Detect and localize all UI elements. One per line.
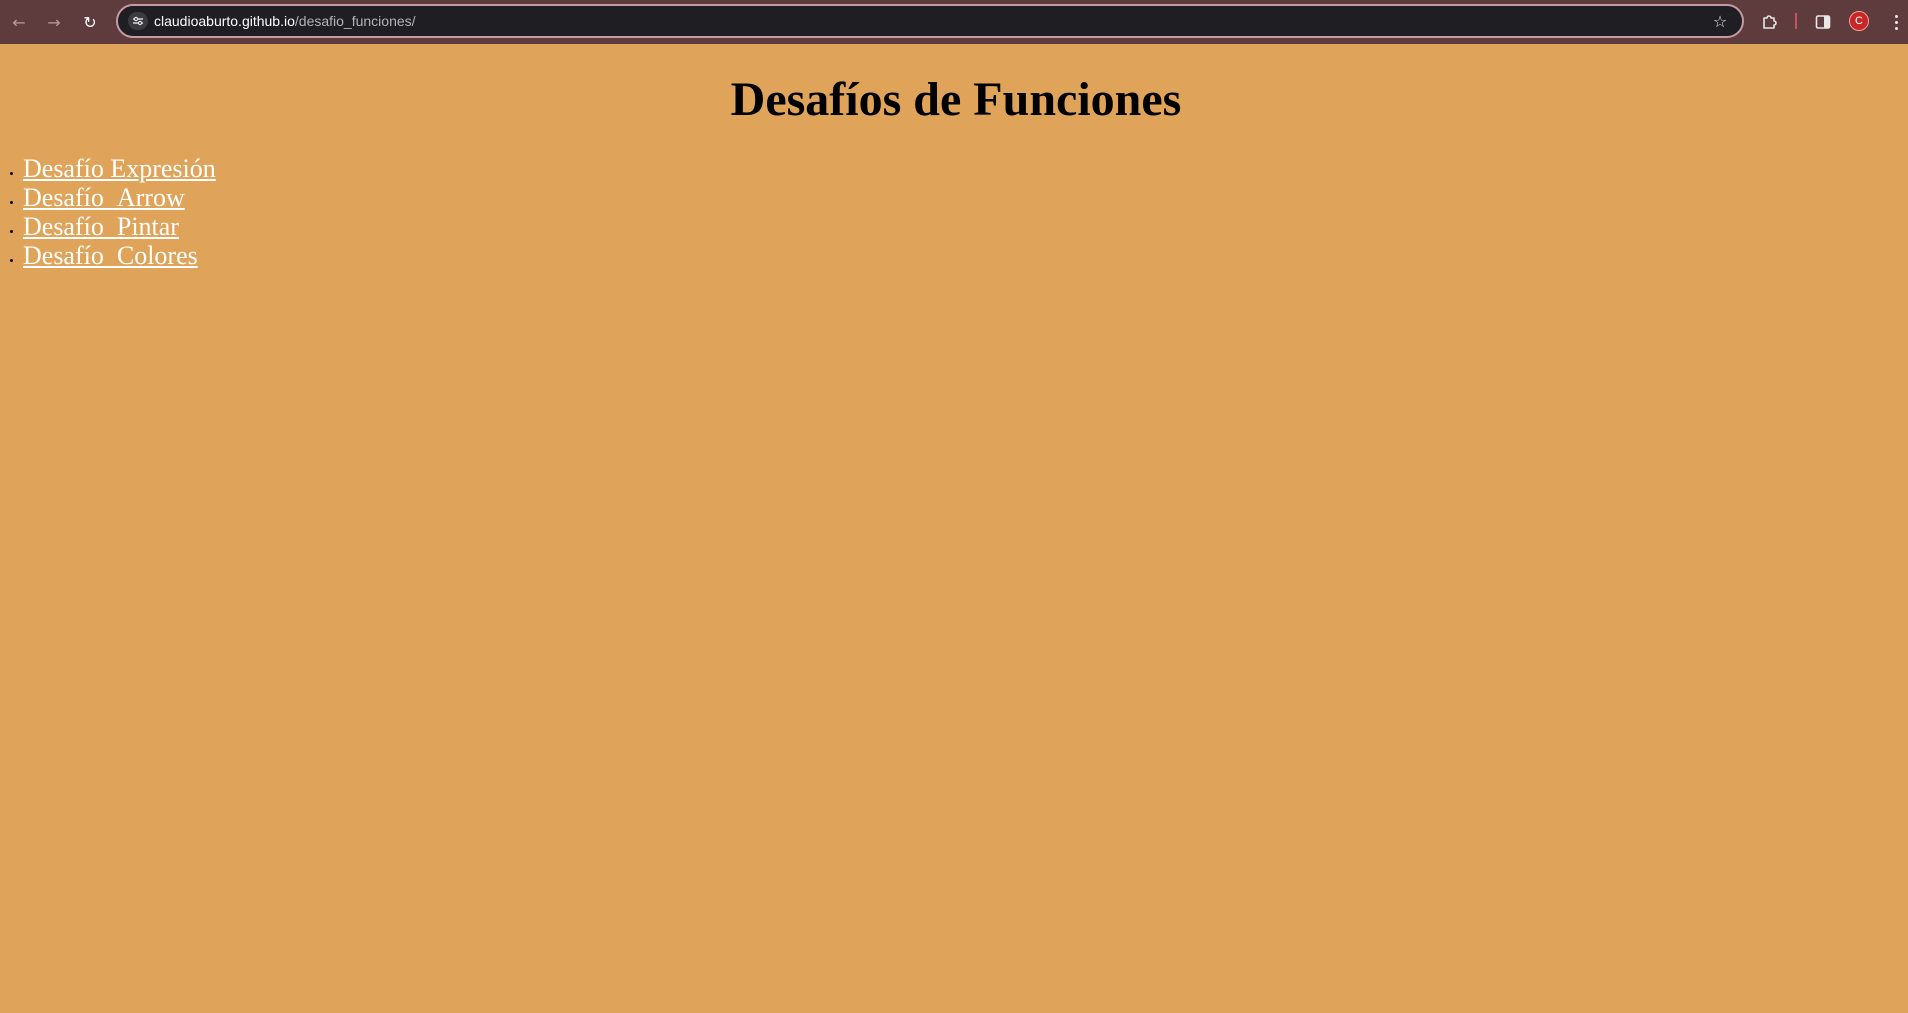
- list-item: Desafío_Colores: [23, 241, 216, 270]
- reload-button[interactable]: ↻: [79, 11, 101, 33]
- kebab-menu-icon: [1894, 14, 1898, 18]
- tune-icon: [133, 16, 143, 26]
- url-host: claudioaburto.github.io: [154, 13, 295, 29]
- toolbar-divider: [1795, 13, 1797, 29]
- back-button[interactable]: ←: [8, 11, 30, 33]
- bookmark-button[interactable]: ☆: [1710, 12, 1730, 32]
- challenge-list: Desafío Expresión Desafío_Arrow Desafío_…: [0, 154, 216, 270]
- forward-button[interactable]: →: [43, 11, 65, 33]
- puzzle-icon: [1763, 15, 1777, 29]
- profile-avatar[interactable]: C: [1849, 11, 1869, 31]
- list-item: Desafío Expresión: [23, 154, 216, 183]
- arrow-left-icon: ←: [12, 12, 26, 32]
- browser-toolbar: ← → ↻ claudioaburto.github.io/desafio_fu…: [0, 0, 1908, 44]
- arrow-right-icon: →: [47, 12, 61, 32]
- challenge-link-pintar[interactable]: Desafío_Pintar: [23, 212, 179, 241]
- kebab-dot: [1894, 20, 1898, 24]
- page-title: Desafíos de Funciones: [730, 73, 1182, 126]
- url-text[interactable]: claudioaburto.github.io/desafio_funcione…: [154, 13, 416, 29]
- kebab-dot: [1894, 26, 1898, 30]
- challenge-link-colores[interactable]: Desafío_Colores: [23, 241, 198, 270]
- url-path: /desafio_funciones/: [294, 13, 416, 29]
- site-info-button[interactable]: [128, 12, 148, 30]
- list-item: Desafío_Arrow: [23, 183, 216, 212]
- address-bar[interactable]: claudioaburto.github.io/desafio_funcione…: [116, 4, 1744, 38]
- page-content: Desafíos de Funciones Desafío Expresión …: [0, 44, 1908, 1013]
- reload-icon: ↻: [83, 12, 97, 32]
- star-icon: ☆: [1712, 12, 1728, 31]
- side-panel-icon: [1815, 15, 1831, 29]
- list-item: Desafío_Pintar: [23, 212, 216, 241]
- challenge-link-expresion[interactable]: Desafío Expresión: [23, 154, 216, 183]
- extensions-button[interactable]: [1759, 11, 1781, 33]
- challenge-link-arrow[interactable]: Desafío_Arrow: [23, 183, 185, 212]
- browser-menu-button[interactable]: [1888, 11, 1904, 33]
- side-panel-button[interactable]: [1812, 11, 1834, 33]
